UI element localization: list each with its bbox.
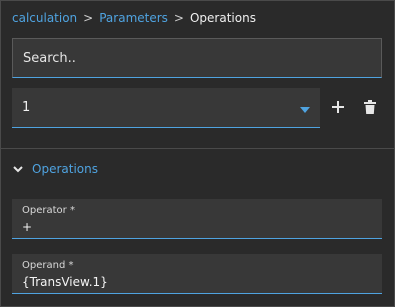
breadcrumb-current: Operations xyxy=(189,11,256,25)
chevron-down-icon xyxy=(13,166,23,173)
delete-button[interactable] xyxy=(361,98,379,116)
breadcrumb-separator: > xyxy=(83,11,94,25)
add-button[interactable] xyxy=(329,98,347,116)
item-selector[interactable]: 1 xyxy=(12,88,320,128)
dropdown-caret-icon xyxy=(300,107,310,113)
plus-icon xyxy=(332,101,344,113)
selector-value: 1 xyxy=(22,100,31,115)
operand-field[interactable]: Operand * {TransView.1} xyxy=(12,254,382,294)
operand-value[interactable]: {TransView.1} xyxy=(22,275,108,289)
breadcrumb-link-calculation[interactable]: calculation xyxy=(12,11,77,25)
section-toggle-operations[interactable]: Operations xyxy=(12,160,98,178)
search-field xyxy=(12,38,382,78)
operator-value[interactable]: + xyxy=(22,220,32,234)
breadcrumb-separator: > xyxy=(173,11,184,25)
breadcrumb-link-parameters[interactable]: Parameters xyxy=(99,11,168,25)
trash-icon xyxy=(364,100,376,114)
section-title: Operations xyxy=(32,162,98,176)
search-input[interactable] xyxy=(13,39,381,77)
operator-field[interactable]: Operator * + xyxy=(12,199,382,239)
section-divider xyxy=(0,148,395,149)
operator-label: Operator * xyxy=(22,205,75,216)
breadcrumb: calculation > Parameters > Operations xyxy=(12,10,256,26)
operand-label: Operand * xyxy=(22,260,74,271)
